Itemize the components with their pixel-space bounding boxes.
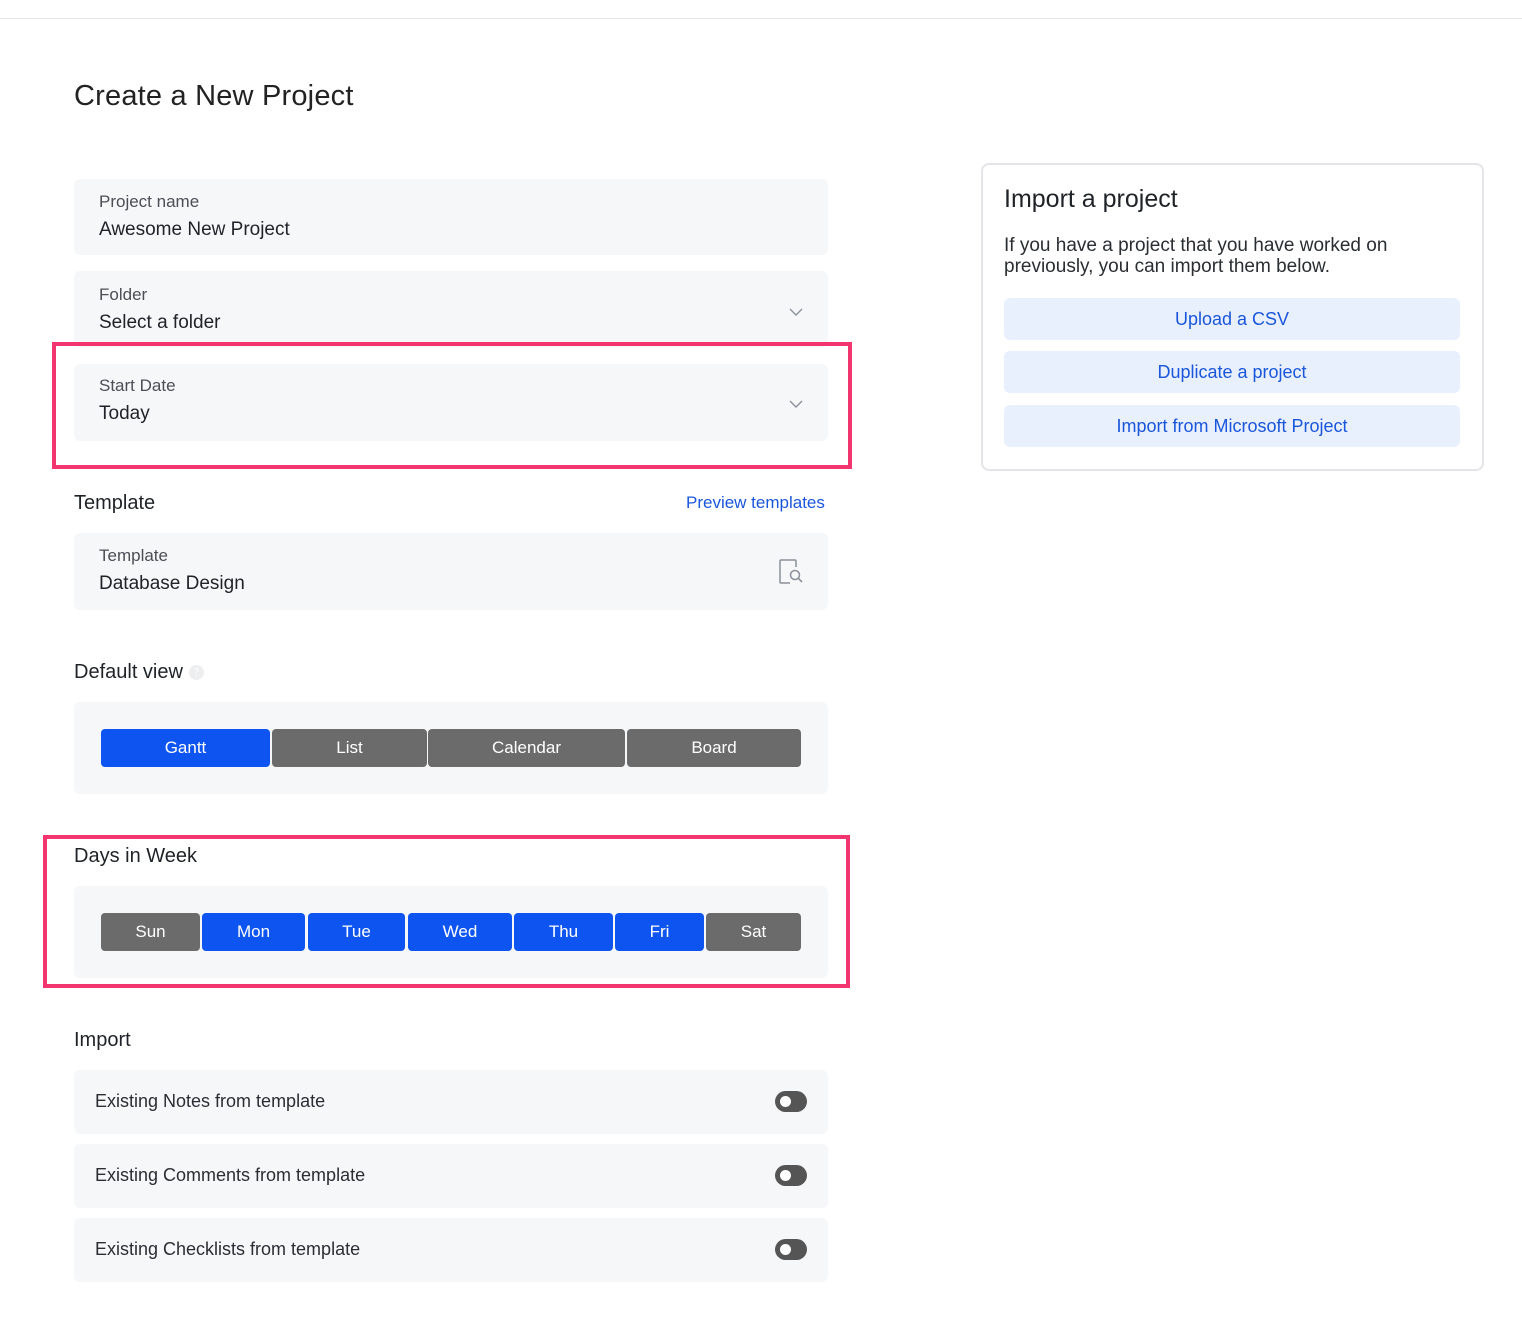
chevron-down-icon[interactable] — [788, 396, 804, 412]
duplicate-project-button[interactable]: Duplicate a project — [1004, 351, 1460, 393]
day-toggle-wed[interactable]: Wed — [408, 913, 512, 951]
import-comments-toggle[interactable] — [775, 1165, 807, 1186]
help-circle-icon[interactable]: ? — [188, 665, 204, 680]
toggle-knob — [780, 1170, 791, 1181]
day-toggle-tue[interactable]: Tue — [308, 913, 405, 951]
default-view-title-text: Default view — [74, 661, 183, 683]
day-toggle-mon[interactable]: Mon — [202, 913, 305, 951]
start-date-label: Start Date — [99, 376, 176, 395]
day-toggle-fri[interactable]: Fri — [615, 913, 704, 951]
document-search-icon[interactable] — [778, 558, 804, 585]
preview-templates-link[interactable]: Preview templates — [686, 493, 825, 513]
view-option-calendar[interactable]: Calendar — [428, 729, 625, 767]
folder-value: Select a folder — [99, 312, 221, 333]
folder-select[interactable]: Folder Select a folder — [74, 271, 828, 347]
template-value: Database Design — [99, 573, 245, 594]
chevron-down-icon[interactable] — [788, 304, 804, 320]
folder-label: Folder — [99, 285, 148, 304]
import-comments-label: Existing Comments from template — [95, 1165, 366, 1185]
import-notes-label: Existing Notes from template — [95, 1091, 326, 1111]
import-notes-toggle[interactable] — [775, 1091, 807, 1112]
import-comments-row: Existing Comments from template — [74, 1144, 828, 1208]
import-checklists-label: Existing Checklists from template — [95, 1239, 361, 1259]
import-checklists-row: Existing Checklists from template — [74, 1218, 828, 1282]
import-card-description: If you have a project that you have work… — [1004, 235, 1388, 277]
import-section-title: Import — [74, 1029, 131, 1051]
project-name-input[interactable]: Awesome New Project — [99, 219, 290, 241]
default-view-title: Default view? — [74, 661, 204, 684]
view-option-board[interactable]: Board — [627, 729, 801, 767]
import-ms-project-button[interactable]: Import from Microsoft Project — [1004, 405, 1460, 447]
view-option-gantt[interactable]: Gantt — [101, 729, 270, 767]
view-option-list[interactable]: List — [272, 729, 427, 767]
template-section-title: Template — [74, 492, 156, 514]
import-card-title: Import a project — [1004, 185, 1178, 213]
start-date-value: Today — [99, 403, 150, 424]
day-toggle-sun[interactable]: Sun — [101, 913, 200, 951]
project-name-field[interactable]: Project name Awesome New Project — [74, 179, 828, 255]
template-select[interactable]: Template Database Design — [74, 533, 828, 610]
start-date-select[interactable]: Start Date Today — [74, 364, 828, 441]
days-in-week-selector: Sun Mon Tue Wed Thu Fri Sat — [74, 886, 828, 978]
import-project-card: Import a project If you have a project t… — [981, 163, 1484, 471]
page-title: Create a New Project — [74, 80, 354, 112]
days-in-week-title: Days in Week — [74, 845, 198, 867]
import-notes-row: Existing Notes from template — [74, 1070, 828, 1134]
toggle-knob — [780, 1244, 791, 1255]
day-toggle-sat[interactable]: Sat — [706, 913, 801, 951]
project-name-label: Project name — [99, 192, 200, 211]
upload-csv-button[interactable]: Upload a CSV — [1004, 298, 1460, 340]
toggle-knob — [780, 1096, 791, 1107]
day-toggle-thu[interactable]: Thu — [514, 913, 613, 951]
default-view-selector: Gantt List Calendar Board — [74, 702, 828, 794]
template-label: Template — [99, 546, 168, 565]
top-divider — [0, 18, 1522, 19]
import-checklists-toggle[interactable] — [775, 1239, 807, 1260]
